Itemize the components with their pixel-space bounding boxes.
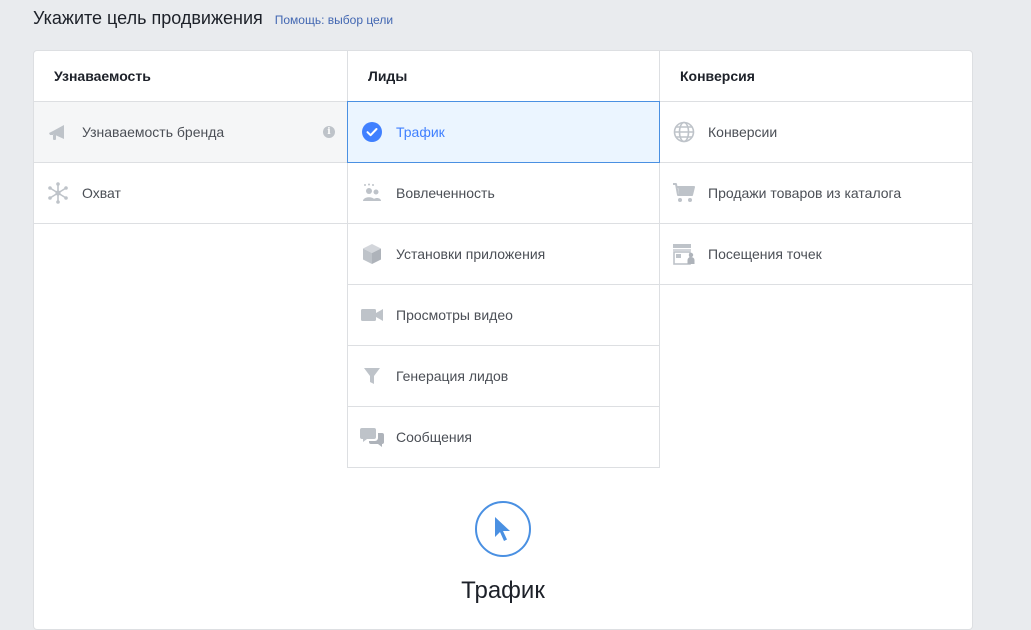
objective-brand-awareness[interactable]: Узнаваемость бренда i [34, 102, 347, 163]
objectives-card: Узнаваемость Узнаваемость бренда i Охват… [33, 50, 973, 630]
help-link[interactable]: Помощь: выбор цели [275, 13, 393, 27]
column-leads: Лиды Трафик Вовлеченность Установки прил… [347, 51, 660, 468]
box-icon [360, 242, 384, 266]
selected-objective-title: Трафик [461, 577, 545, 604]
people-icon [360, 181, 384, 205]
objective-label: Сообщения [396, 429, 472, 445]
column-header: Конверсия [660, 51, 972, 102]
objective-label: Вовлеченность [396, 185, 495, 201]
objective-conversions[interactable]: Конверсии [660, 102, 972, 163]
objective-label: Охват [82, 185, 121, 201]
objective-lead-generation[interactable]: Генерация лидов [347, 346, 660, 407]
page-title: Укажите цель продвижения [33, 8, 263, 28]
funnel-icon [360, 364, 384, 388]
objective-label: Генерация лидов [396, 368, 509, 384]
column-header: Лиды [347, 51, 660, 102]
objective-label: Конверсии [708, 124, 778, 140]
selected-objective-detail: Трафик [34, 501, 972, 605]
objective-messages[interactable]: Сообщения [347, 407, 660, 468]
reach-icon [46, 181, 70, 205]
objective-label: Узнаваемость бренда [82, 124, 225, 140]
store-icon [672, 242, 696, 266]
objective-reach[interactable]: Охват [34, 163, 347, 224]
objective-engagement[interactable]: Вовлеченность [347, 163, 660, 224]
page-header: Укажите цель продвижения Помощь: выбор ц… [33, 8, 393, 34]
objective-video-views[interactable]: Просмотры видео [347, 285, 660, 346]
objective-label: Посещения точек [708, 246, 822, 262]
objective-store-visits[interactable]: Посещения точек [660, 224, 972, 285]
cursor-icon [475, 501, 531, 557]
info-icon[interactable]: i [323, 126, 335, 138]
objective-label: Просмотры видео [396, 307, 513, 323]
check-circle-icon [360, 120, 384, 144]
megaphone-icon [46, 120, 70, 144]
objective-traffic[interactable]: Трафик [347, 101, 660, 163]
objective-label: Установки приложения [396, 246, 546, 262]
video-camera-icon [360, 303, 384, 327]
objective-app-installs[interactable]: Установки приложения [347, 224, 660, 285]
globe-icon [672, 120, 696, 144]
objective-label: Трафик [396, 124, 445, 140]
objective-label: Продажи товаров из каталога [708, 185, 902, 201]
column-awareness: Узнаваемость Узнаваемость бренда i Охват [34, 51, 347, 224]
chat-bubbles-icon [360, 425, 384, 449]
column-conversion: Конверсия Конверсии Продажи товаров из к… [660, 51, 972, 285]
cart-icon [672, 181, 696, 205]
column-header: Узнаваемость [34, 51, 347, 102]
objective-catalog-sales[interactable]: Продажи товаров из каталога [660, 163, 972, 224]
